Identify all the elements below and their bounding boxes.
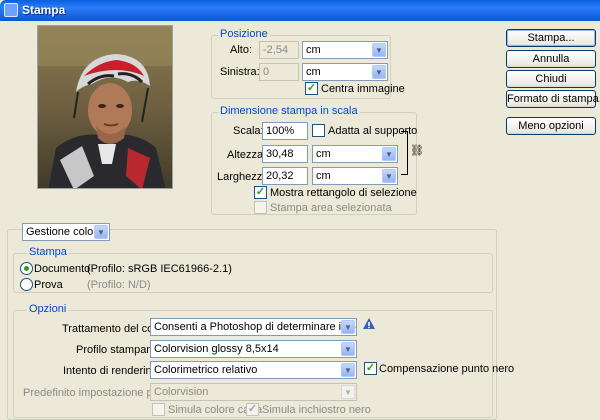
printer-profile-select[interactable]: Colorvision glossy 8,5x14 ▼ xyxy=(150,340,357,358)
left-label: Sinistra: xyxy=(220,66,260,78)
simulate-paper-color-checkbox[interactable] xyxy=(152,403,165,416)
output-section-value: Gestione colore xyxy=(26,226,104,238)
document-profile-text: (Profilo: sRGB IEC61966-2.1) xyxy=(87,263,232,275)
chevron-down-icon: ▼ xyxy=(94,225,108,239)
close-button[interactable]: Chiudi xyxy=(506,70,596,88)
top-unit-select[interactable]: cm ▼ xyxy=(302,41,388,59)
center-image-label: Centra immagine xyxy=(321,83,405,95)
cyclist-photo xyxy=(38,26,172,188)
top-label: Alto: xyxy=(230,44,253,56)
photoshop-app-icon xyxy=(4,3,18,17)
scale-label: Scala: xyxy=(233,125,264,137)
title-bar[interactable]: Stampa xyxy=(0,0,600,21)
chevron-down-icon: ▼ xyxy=(341,342,355,356)
top-offset-input[interactable]: -2,54 xyxy=(259,41,299,59)
output-section-select[interactable]: Gestione colore ▼ xyxy=(22,223,110,241)
info-icon-graphic xyxy=(363,318,375,329)
proof-setup-value: Colorvision xyxy=(154,386,209,398)
print-selected-area-checkbox[interactable] xyxy=(254,201,267,214)
rendering-intent-value: Colorimetrico relativo xyxy=(154,364,258,376)
left-offset-input[interactable]: 0 xyxy=(259,63,299,81)
window-title: Stampa xyxy=(22,3,66,17)
black-point-compensation-checkbox[interactable]: ✓ xyxy=(364,362,377,375)
print-selected-area-label: Stampa area selezionata xyxy=(270,202,392,214)
width-input[interactable]: 20,32 xyxy=(262,167,308,185)
height-unit-value: cm xyxy=(316,148,331,160)
proof-profile-text: (Profilo: N/D) xyxy=(87,279,151,291)
position-legend: Posizione xyxy=(218,28,270,40)
print-button[interactable]: Stampa... xyxy=(506,29,596,47)
fewer-options-button[interactable]: Meno opzioni xyxy=(506,117,596,135)
link-bracket xyxy=(401,131,408,175)
page-setup-button[interactable]: Formato di stampa... xyxy=(506,90,600,108)
chevron-down-icon: ▼ xyxy=(341,320,355,334)
scaled-print-size-legend: Dimensione stampa in scala xyxy=(218,105,360,117)
color-handling-value: Consenti a Photoshop di determinare i co… xyxy=(154,321,357,333)
proof-label: Prova xyxy=(34,279,63,291)
cancel-button[interactable]: Annulla xyxy=(506,50,596,68)
printer-profile-value: Colorvision glossy 8,5x14 xyxy=(154,343,279,355)
height-input[interactable]: 30,48 xyxy=(262,145,308,163)
chain-link-icon[interactable]: ⛓ xyxy=(410,145,424,157)
simulate-black-ink-label: Simula inchiostro nero xyxy=(262,404,371,416)
color-handling-select[interactable]: Consenti a Photoshop di determinare i co… xyxy=(150,318,357,336)
fit-media-checkbox[interactable] xyxy=(312,124,325,137)
black-point-compensation-label: Compensazione punto nero xyxy=(379,363,515,375)
top-unit-value: cm xyxy=(306,44,321,56)
print-preview-image xyxy=(37,25,173,189)
document-radio[interactable] xyxy=(20,262,33,275)
info-icon[interactable] xyxy=(362,317,376,331)
chevron-down-icon: ▼ xyxy=(382,147,396,161)
show-bounding-box-checkbox[interactable]: ✓ xyxy=(254,186,267,199)
simulate-black-ink-checkbox[interactable]: ✓ xyxy=(246,403,259,416)
left-unit-value: cm xyxy=(306,66,321,78)
chevron-down-icon: ▼ xyxy=(341,363,355,377)
width-unit-value: cm xyxy=(316,170,331,182)
options-legend: Opzioni xyxy=(27,303,69,315)
rendering-intent-label: Intento di rendering: xyxy=(63,365,161,377)
scale-input[interactable]: 100% xyxy=(262,122,308,140)
document-label: Documento xyxy=(34,263,91,275)
height-label: Altezza: xyxy=(227,149,267,161)
chevron-down-icon: ▼ xyxy=(382,169,396,183)
width-unit-select[interactable]: cm ▼ xyxy=(312,167,398,185)
chevron-down-icon: ▼ xyxy=(341,385,355,399)
left-unit-select[interactable]: cm ▼ xyxy=(302,63,388,81)
rendering-intent-select[interactable]: Colorimetrico relativo ▼ xyxy=(150,361,357,379)
show-bounding-box-label: Mostra rettangolo di selezione xyxy=(270,187,417,199)
proof-radio[interactable] xyxy=(20,278,33,291)
print-source-legend: Stampa xyxy=(27,246,69,258)
chevron-down-icon: ▼ xyxy=(372,43,386,57)
chevron-down-icon: ▼ xyxy=(372,65,386,79)
proof-setup-select[interactable]: Colorvision ▼ xyxy=(150,383,357,401)
height-unit-select[interactable]: cm ▼ xyxy=(312,145,398,163)
center-image-checkbox[interactable]: ✓ xyxy=(305,82,318,95)
